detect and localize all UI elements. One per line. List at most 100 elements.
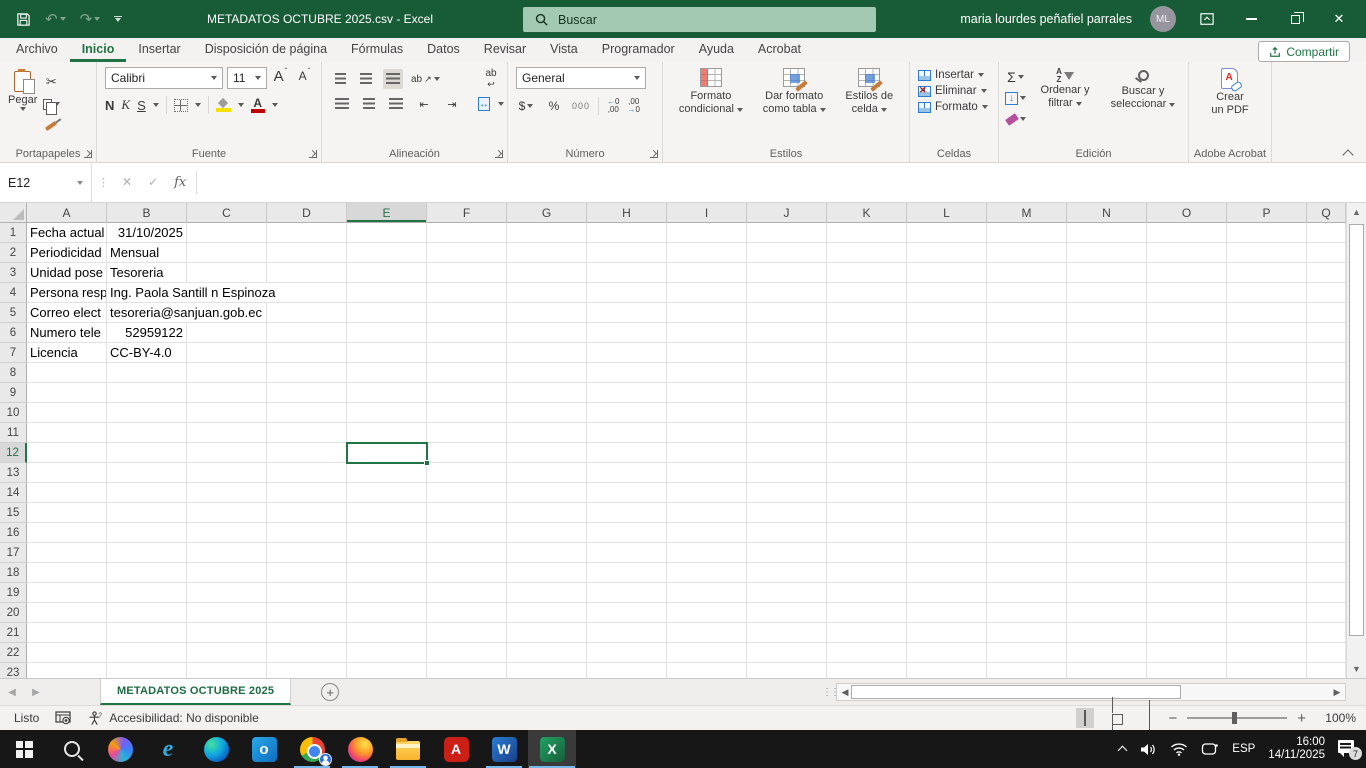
taskbar-app-firefox[interactable] (336, 730, 384, 768)
cell-B2[interactable]: Mensual (107, 243, 187, 263)
cell-M1[interactable] (987, 223, 1067, 243)
cell-L7[interactable] (907, 343, 987, 363)
cell-O4[interactable] (1147, 283, 1227, 303)
cell-O12[interactable] (1147, 443, 1227, 463)
cell-C1[interactable] (187, 223, 267, 243)
language-indicator[interactable]: ESP (1232, 743, 1255, 755)
cell-G11[interactable] (507, 423, 587, 443)
cell-P22[interactable] (1227, 643, 1307, 663)
cell-L11[interactable] (907, 423, 987, 443)
cell-L14[interactable] (907, 483, 987, 503)
align-bottom-icon[interactable] (383, 69, 403, 89)
wrap-text-icon[interactable]: ab↩ (481, 70, 501, 88)
cell-D10[interactable] (267, 403, 347, 423)
row-header-9[interactable]: 9 (0, 383, 27, 403)
cell-M2[interactable] (987, 243, 1067, 263)
cell-N23[interactable] (1067, 663, 1147, 678)
cell-B17[interactable] (107, 543, 187, 563)
column-header-Q[interactable]: Q (1307, 203, 1346, 223)
cell-E5[interactable] (347, 303, 427, 323)
cell-I6[interactable] (667, 323, 747, 343)
cell-L12[interactable] (907, 443, 987, 463)
cell-E16[interactable] (347, 523, 427, 543)
search-box[interactable]: Buscar (523, 7, 876, 32)
cell-N19[interactable] (1067, 583, 1147, 603)
cell-E4[interactable] (347, 283, 427, 303)
cell-C9[interactable] (187, 383, 267, 403)
cut-icon[interactable]: ✂ (41, 73, 61, 91)
taskbar-app-chrome[interactable] (288, 730, 336, 768)
cell-H21[interactable] (587, 623, 667, 643)
column-header-G[interactable]: G (507, 203, 587, 223)
cell-K19[interactable] (827, 583, 907, 603)
cell-A8[interactable] (27, 363, 107, 383)
cell-N13[interactable] (1067, 463, 1147, 483)
italic-button[interactable]: K (121, 97, 130, 113)
row-header-1[interactable]: 1 (0, 223, 27, 243)
column-header-N[interactable]: N (1067, 203, 1147, 223)
tab-archivo[interactable]: Archivo (4, 38, 70, 62)
cancel-entry-icon[interactable]: ✕ (122, 175, 132, 189)
cell-H15[interactable] (587, 503, 667, 523)
cell-Q3[interactable] (1307, 263, 1346, 283)
cell-N4[interactable] (1067, 283, 1147, 303)
align-center-icon[interactable] (360, 94, 378, 114)
row-header-6[interactable]: 6 (0, 323, 27, 343)
cell-A22[interactable] (27, 643, 107, 663)
cell-Q1[interactable] (1307, 223, 1346, 243)
cell-Q11[interactable] (1307, 423, 1346, 443)
cell-H12[interactable] (587, 443, 667, 463)
cell-G23[interactable] (507, 663, 587, 678)
accessibility-status[interactable]: ? Accesibilidad: No disponible (88, 711, 258, 726)
cell-M3[interactable] (987, 263, 1067, 283)
cell-D7[interactable] (267, 343, 347, 363)
zoom-out-icon[interactable]: − (1168, 710, 1177, 727)
wifi-icon[interactable] (1170, 742, 1188, 756)
cell-O10[interactable] (1147, 403, 1227, 423)
cell-G8[interactable] (507, 363, 587, 383)
cell-C20[interactable] (187, 603, 267, 623)
align-right-icon[interactable] (386, 94, 406, 114)
taskbar-app-ie[interactable]: e (144, 730, 192, 768)
cell-O14[interactable] (1147, 483, 1227, 503)
cell-L10[interactable] (907, 403, 987, 423)
cell-J8[interactable] (747, 363, 827, 383)
cell-P18[interactable] (1227, 563, 1307, 583)
cell-I21[interactable] (667, 623, 747, 643)
cell-D8[interactable] (267, 363, 347, 383)
cell-O20[interactable] (1147, 603, 1227, 623)
column-header-I[interactable]: I (667, 203, 747, 223)
cell-Q13[interactable] (1307, 463, 1346, 483)
column-header-L[interactable]: L (907, 203, 987, 223)
zoom-in-icon[interactable]: + (1297, 710, 1306, 727)
cell-M9[interactable] (987, 383, 1067, 403)
cell-E23[interactable] (347, 663, 427, 678)
cell-O5[interactable] (1147, 303, 1227, 323)
cell-A14[interactable] (27, 483, 107, 503)
taskbar-app-outlook[interactable]: o (240, 730, 288, 768)
save-icon[interactable] (16, 12, 31, 27)
cell-I19[interactable] (667, 583, 747, 603)
cell-C23[interactable] (187, 663, 267, 678)
cell-D9[interactable] (267, 383, 347, 403)
cell-F13[interactable] (427, 463, 507, 483)
cell-C2[interactable] (187, 243, 267, 263)
cell-B6[interactable]: 52959122 (107, 323, 187, 343)
number-format-select[interactable]: General (516, 67, 646, 89)
cell-G21[interactable] (507, 623, 587, 643)
cell-L9[interactable] (907, 383, 987, 403)
restore-button[interactable] (1282, 0, 1308, 38)
cell-J22[interactable] (747, 643, 827, 663)
cell-N9[interactable] (1067, 383, 1147, 403)
cell-L23[interactable] (907, 663, 987, 678)
cell-H7[interactable] (587, 343, 667, 363)
cell-E22[interactable] (347, 643, 427, 663)
taskbar-app-word[interactable]: W (480, 730, 528, 768)
collapse-ribbon-icon[interactable] (1344, 148, 1352, 156)
customize-qat-icon[interactable] (114, 16, 122, 22)
taskbar-app-excel[interactable]: X (528, 730, 576, 768)
cell-J9[interactable] (747, 383, 827, 403)
cell-B16[interactable] (107, 523, 187, 543)
cell-B18[interactable] (107, 563, 187, 583)
cell-L18[interactable] (907, 563, 987, 583)
